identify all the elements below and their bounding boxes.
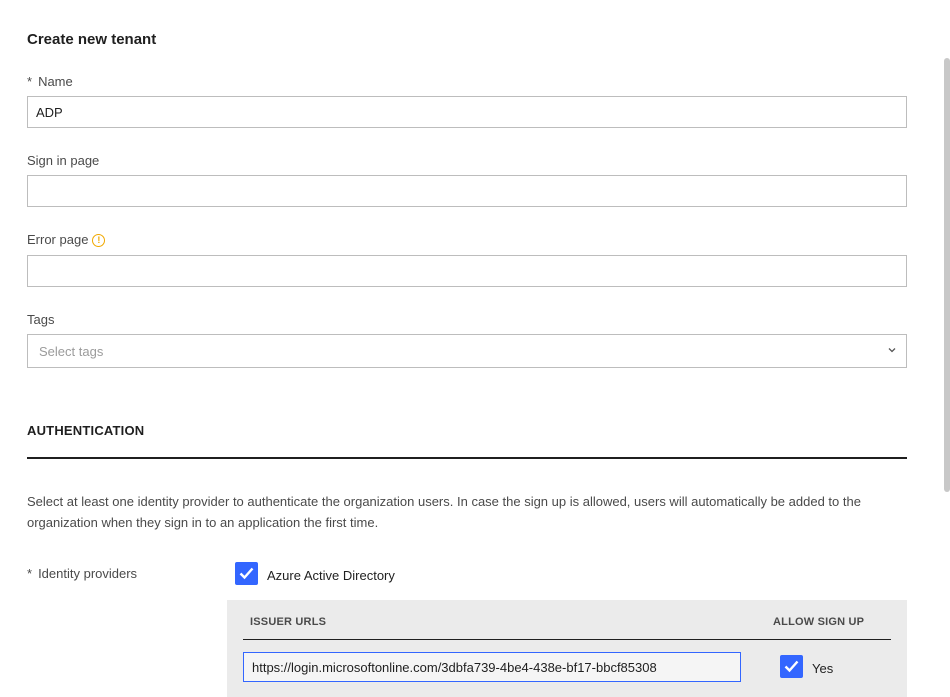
- tags-label: Tags: [27, 312, 55, 327]
- tags-placeholder: Select tags: [39, 344, 104, 359]
- name-label-text: Name: [38, 74, 73, 89]
- section-divider: [27, 457, 907, 459]
- table-header-divider: [243, 639, 891, 640]
- azure-ad-checkbox[interactable]: [235, 562, 258, 585]
- tags-select[interactable]: Select tags: [27, 334, 907, 368]
- identity-providers-label-text: Identity providers: [38, 566, 138, 581]
- checkmark-icon: [784, 660, 799, 673]
- allow-sign-up-label: Yes: [812, 661, 834, 676]
- identity-providers-label: * Identity providers: [27, 566, 137, 581]
- required-marker: *: [27, 566, 33, 581]
- authentication-description: Select at least one identity provider to…: [27, 494, 861, 530]
- name-label: * Name: [27, 74, 73, 89]
- vertical-scrollbar[interactable]: [944, 58, 950, 492]
- issuer-url-input[interactable]: [243, 652, 741, 682]
- azure-ad-label: Azure Active Directory: [267, 568, 395, 583]
- warning-circle-icon[interactable]: !: [92, 234, 106, 247]
- issuer-urls-table: ISSUER URLS ALLOW SIGN UP Yes: [227, 600, 907, 697]
- create-tenant-form: Create new tenant * Name Sign in page Err…: [27, 0, 907, 697]
- name-input[interactable]: [27, 96, 907, 128]
- error-page-label-text: Error page: [27, 232, 89, 247]
- required-marker: *: [27, 74, 33, 89]
- chevron-down-icon: [888, 348, 896, 353]
- column-header-allow-sign-up: ALLOW SIGN UP: [773, 616, 865, 628]
- page-title: Create new tenant: [27, 31, 157, 48]
- error-page-label: Error page!: [27, 232, 106, 247]
- error-page-input[interactable]: [27, 255, 907, 287]
- allow-sign-up-checkbox[interactable]: [780, 655, 803, 678]
- column-header-issuer-urls: ISSUER URLS: [250, 616, 327, 628]
- checkmark-icon: [239, 567, 254, 580]
- authentication-heading: AUTHENTICATION: [27, 423, 145, 438]
- sign-in-page-label: Sign in page: [27, 153, 100, 168]
- sign-in-page-input[interactable]: [27, 175, 907, 207]
